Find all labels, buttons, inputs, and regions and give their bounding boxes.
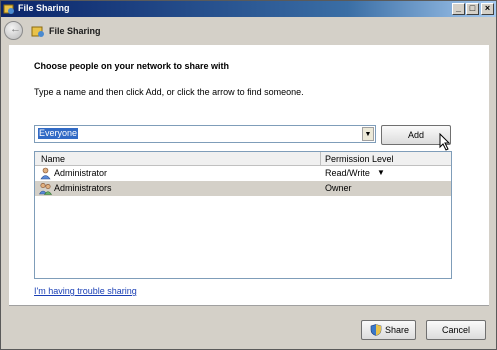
title-bar[interactable]: File Sharing _ □ × [1,1,496,17]
table-row[interactable]: Administrators Owner [35,181,451,196]
maximize-button[interactable]: □ [466,3,479,15]
permission-level[interactable]: Read/Write [325,168,370,178]
back-button[interactable]: ← [4,21,23,40]
name-combobox[interactable]: Everyone ▼ [34,125,376,143]
group-name: Administrators [54,183,112,193]
trouble-sharing-link[interactable]: I'm having trouble sharing [34,286,137,296]
footer-divider [9,305,489,306]
shield-icon [370,324,382,336]
group-icon [39,182,52,195]
chevron-down-icon[interactable]: ▼ [377,168,385,177]
permissions-table: Name Permission Level Administrator Read… [34,151,452,279]
user-name: Administrator [54,168,108,178]
back-arrow-icon: ← [10,23,21,35]
file-sharing-window: File Sharing _ □ × ← File Sharing Choose… [0,0,497,350]
column-name[interactable]: Name [41,154,65,164]
table-row[interactable]: Administrator Read/Write ▼ [35,166,451,181]
close-button[interactable]: × [481,3,494,15]
section-heading: Choose people on your network to share w… [34,61,230,71]
permission-level: Owner [325,183,352,193]
minimize-button[interactable]: _ [452,3,465,15]
column-divider[interactable] [320,152,321,166]
user-icon [40,167,51,180]
file-sharing-icon [31,26,44,37]
page-title: File Sharing [49,26,101,36]
dialog-header: ← File Sharing [1,17,496,45]
table-header: Name Permission Level [35,152,451,166]
window-title: File Sharing [18,3,70,13]
content-panel: Choose people on your network to share w… [9,45,489,305]
share-label: Share [385,325,410,335]
combobox-value[interactable]: Everyone [38,128,79,139]
instruction-text: Type a name and then click Add, or click… [34,87,304,97]
cancel-button[interactable]: Cancel [426,320,486,340]
file-sharing-icon [3,4,14,14]
chevron-down-icon[interactable]: ▼ [362,127,374,141]
column-permission-level[interactable]: Permission Level [325,154,394,164]
mouse-cursor-icon [439,133,451,151]
share-button[interactable]: Share [361,320,416,340]
